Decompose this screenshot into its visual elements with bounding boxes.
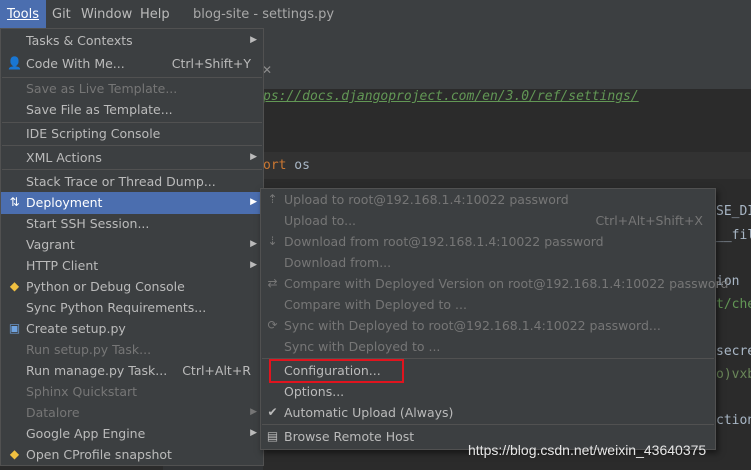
code-import-line: ort os (263, 158, 310, 173)
deployment-submenu: ⇡ Upload to root@192.168.1.4:10022 passw… (260, 188, 728, 450)
menu-item-sync-deployed[interactable]: Sync with Deployed to ... (261, 336, 715, 357)
menu-item-compare-deployed[interactable]: Compare with Deployed to ... (261, 294, 715, 315)
menu-item-tasks-contexts[interactable]: Tasks & Contexts ▶ (1, 30, 263, 51)
menu-item-upload-to-host[interactable]: ⇡ Upload to root@192.168.1.4:10022 passw… (261, 189, 715, 210)
import-module: os (286, 158, 310, 173)
menu-item-http-client[interactable]: HTTP Client ▶ (1, 255, 263, 276)
menu-item-sync-requirements[interactable]: Sync Python Requirements... (1, 297, 263, 318)
setup-icon: ▣ (8, 321, 21, 335)
code-frag-7: ction (716, 413, 751, 428)
menu-item-datalore[interactable]: Datalore ▶ (1, 402, 263, 423)
upload-icon: ⇡ (267, 192, 278, 206)
menu-item-create-setup[interactable]: ▣ Create setup.py (1, 318, 263, 339)
toolbar-strip (263, 29, 751, 58)
deployment-icon: ⇅ (9, 195, 20, 209)
menu-item-sphinx-quickstart[interactable]: Sphinx Quickstart (1, 381, 263, 402)
menu-git[interactable]: Git (45, 0, 78, 29)
code-frag-5: secre (716, 344, 751, 359)
tools-menu: Tasks & Contexts ▶ 👤 Code With Me... Ctrl+… (0, 28, 264, 466)
menu-item-download-from[interactable]: Download from... (261, 252, 715, 273)
menu-separator (262, 424, 714, 425)
watermark-text: https://blog.csdn.net/weixin_43640375 (468, 442, 707, 458)
current-line-highlight (263, 152, 751, 179)
menu-item-xml-actions[interactable]: XML Actions ▶ (1, 147, 263, 168)
check-icon: ✔ (267, 405, 278, 419)
code-frag-1: SE_DI (716, 204, 751, 219)
editor-tab-bar (263, 58, 751, 90)
sync-icon: ⟳ (267, 318, 278, 332)
menu-help[interactable]: Help (133, 0, 177, 29)
menu-item-compare-deployed-host[interactable]: ⇄ Compare with Deployed Version on root@… (261, 273, 728, 294)
menu-item-ide-scripting-console[interactable]: IDE Scripting Console (1, 123, 263, 144)
menu-item-run-setup-task[interactable]: Run setup.py Task... (1, 339, 263, 360)
download-icon: ⇣ (267, 234, 278, 248)
python-icon: ◆ (9, 447, 20, 461)
menu-item-automatic-upload[interactable]: ✔ Automatic Upload (Always) (261, 402, 715, 423)
menu-separator (2, 145, 262, 146)
menu-window[interactable]: Window (74, 0, 139, 29)
remote-host-icon: ▤ (266, 429, 279, 443)
menu-item-vagrant[interactable]: Vagrant ▶ (1, 234, 263, 255)
import-keyword: ort (263, 158, 287, 173)
menu-separator (2, 169, 262, 170)
menu-item-run-manage-task[interactable]: Run manage.py Task... Ctrl+Alt+R (1, 360, 263, 381)
configuration-highlight-box (269, 359, 404, 383)
code-url-line[interactable]: ps://docs.djangoproject.com/en/3.0/ref/s… (263, 89, 639, 104)
menu-item-open-cprofile[interactable]: ◆ Open CProfile snapshot (1, 444, 263, 465)
menu-item-code-with-me[interactable]: 👤 Code With Me... Ctrl+Shift+Y (1, 53, 263, 74)
code-frag-4: t/che (716, 297, 751, 312)
menu-item-start-ssh[interactable]: Start SSH Session... (1, 213, 263, 234)
menu-item-save-live-template[interactable]: Save as Live Template... (1, 78, 263, 99)
menu-tools[interactable]: Tools (0, 0, 46, 29)
menubar: Tools Git Window Help blog-site - settin… (0, 0, 751, 30)
python-icon: ◆ (9, 279, 20, 293)
menu-item-google-app-engine[interactable]: Google App Engine ▶ (1, 423, 263, 444)
menu-item-download-from-host[interactable]: ⇣ Download from root@192.168.1.4:10022 p… (261, 231, 715, 252)
menu-item-options[interactable]: Options... (261, 381, 715, 402)
menu-item-stack-trace[interactable]: Stack Trace or Thread Dump... (1, 171, 263, 192)
menu-item-upload-to[interactable]: Upload to... Ctrl+Alt+Shift+X (261, 210, 715, 231)
menu-item-sync-deployed-host[interactable]: ⟳ Sync with Deployed to root@192.168.1.4… (261, 315, 715, 336)
menu-item-python-console[interactable]: ◆ Python or Debug Console (1, 276, 263, 297)
person-icon: 👤 (7, 56, 22, 70)
tab-close-icon[interactable]: ✕ (262, 61, 276, 79)
menu-item-deployment[interactable]: ⇅ Deployment ▶ (1, 192, 263, 214)
compare-icon: ⇄ (267, 276, 278, 290)
code-frag-2: __fil (716, 228, 751, 243)
code-frag-6: o)vxb (716, 367, 751, 382)
window-title: blog-site - settings.py (193, 7, 335, 22)
menu-item-save-file-template[interactable]: Save File as Template... (1, 99, 263, 120)
